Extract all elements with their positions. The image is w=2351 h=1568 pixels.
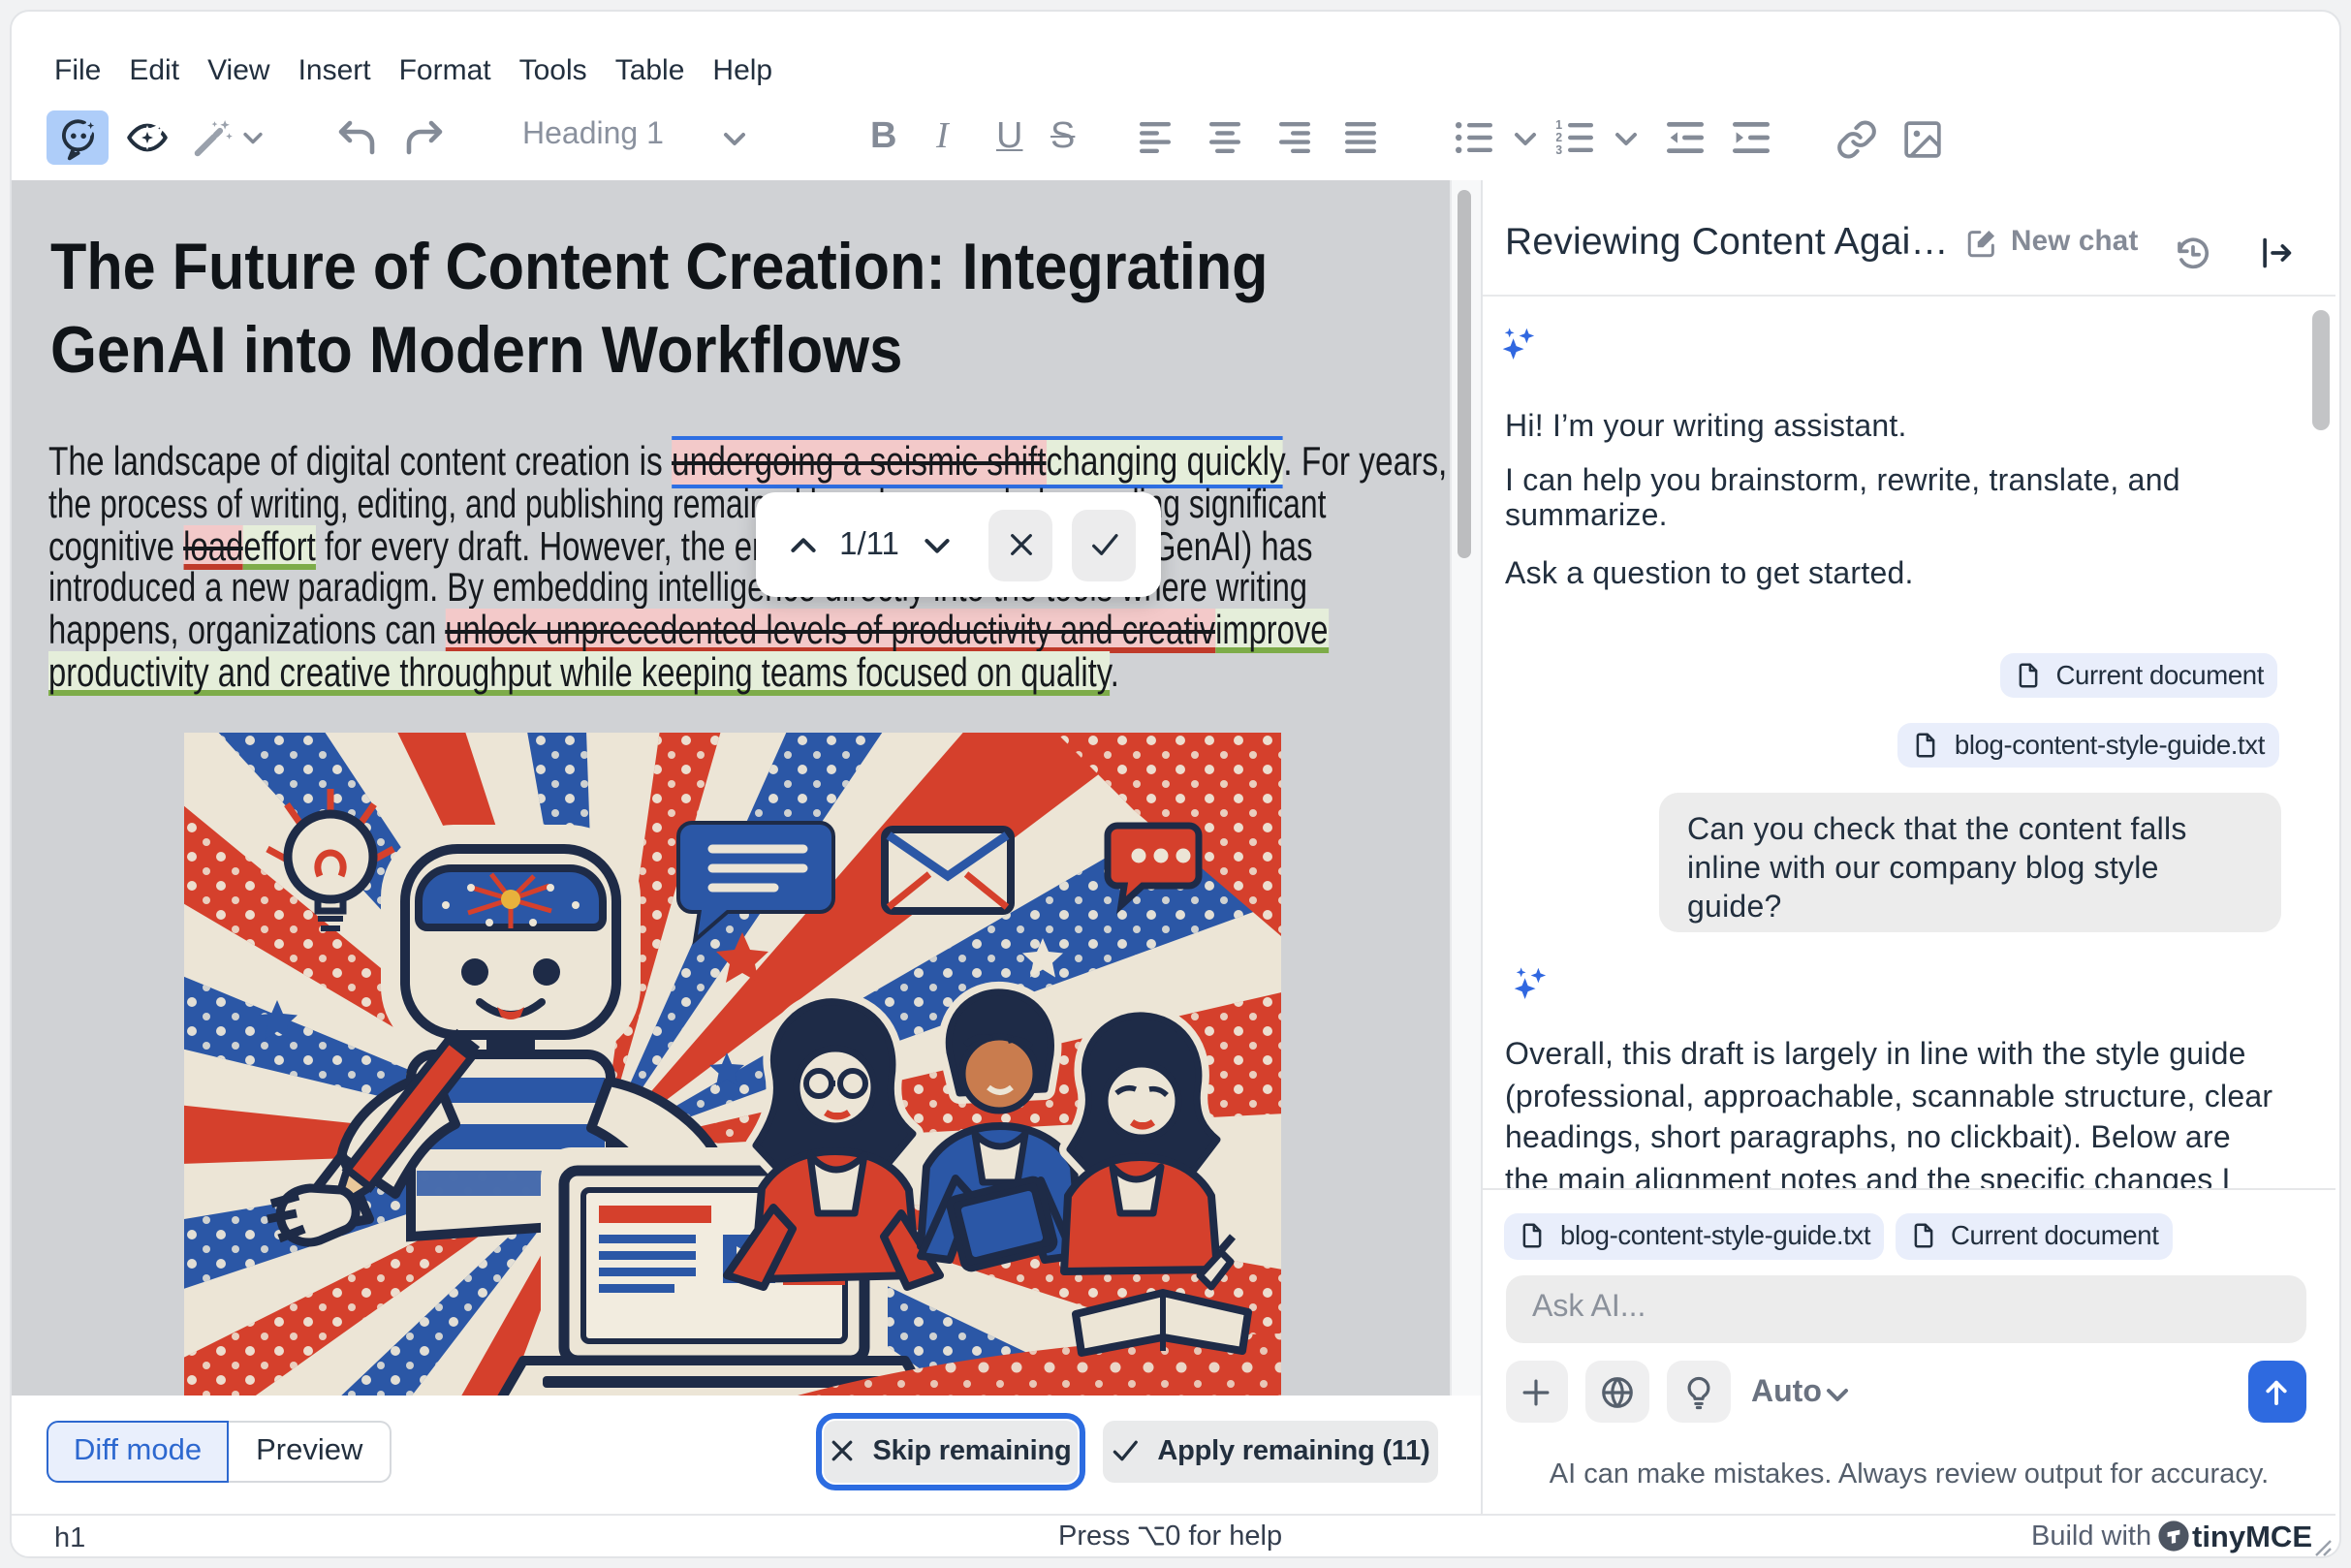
svg-text:3: 3 — [1556, 142, 1562, 155]
